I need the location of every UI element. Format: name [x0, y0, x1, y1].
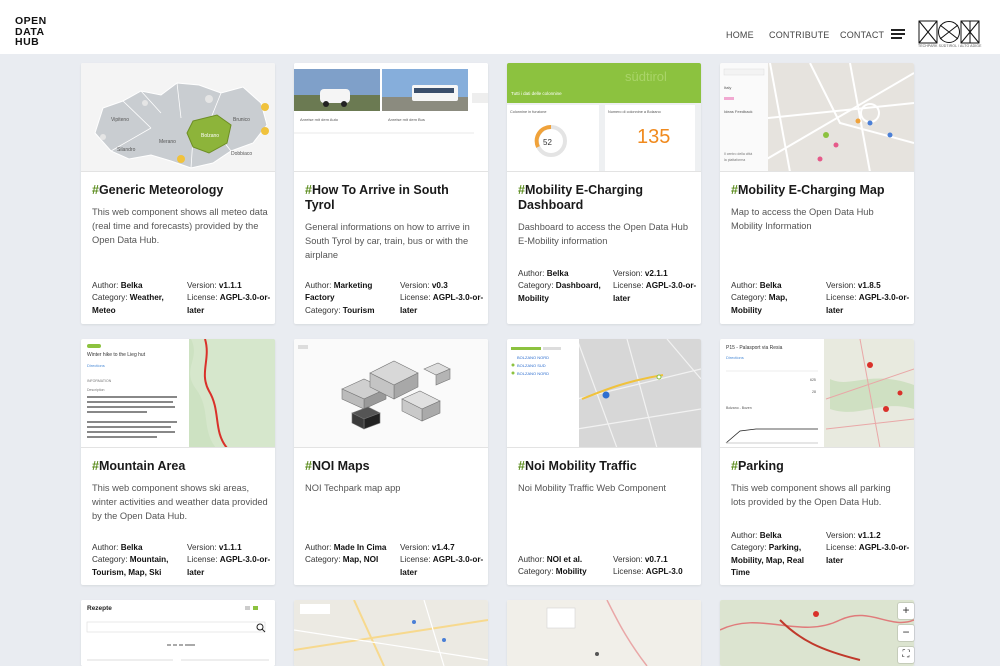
card-noi-mobility-traffic[interactable]: BOLZANO NORD BOLZANO SUD BOLZANO NORD #N… [507, 339, 701, 585]
card-thumbnail: südtirol Tutti i dati delle colonnine Co… [507, 63, 701, 172]
svg-text:Colonnine in funzione: Colonnine in funzione [510, 110, 547, 114]
card-title[interactable]: #Mobility E-Charging Map [731, 183, 907, 198]
svg-text:la piattaforma: la piattaforma [724, 158, 745, 162]
card-map-preview-2[interactable] [294, 600, 488, 666]
card-map-preview-4[interactable] [720, 600, 914, 666]
nav-contribute[interactable]: CONTRIBUTE [769, 30, 830, 40]
card-description: This web component shows all parking lot… [731, 483, 891, 507]
card-description: Noi Mobility Traffic Web Component [518, 483, 666, 493]
card-title[interactable]: #Mobility E-Charging Dashboard [518, 183, 694, 213]
card-description: Dashboard to access the Open Data Hub E-… [518, 222, 689, 246]
card-title[interactable]: #Parking [731, 459, 907, 474]
svg-text:Bolzano: Bolzano [201, 133, 219, 139]
card-title[interactable]: #Generic Meteorology [92, 183, 268, 198]
svg-text:BOLZANO NORD: BOLZANO NORD [517, 355, 549, 360]
card-noi-maps[interactable]: #NOI Maps NOI Techpark map app Author: M… [294, 339, 488, 585]
svg-text:Vipiteno: Vipiteno [111, 117, 129, 123]
card-parking[interactable]: P15 - Palasport via Resia Directions 625… [720, 339, 914, 585]
site-header: OPEN DATA HUB HOME CONTRIBUTE CONTACT TE… [0, 0, 1000, 54]
open-data-hub-logo[interactable]: OPEN DATA HUB [15, 16, 47, 48]
card-thumbnail: BOLZANO NORD BOLZANO SUD BOLZANO NORD [507, 339, 701, 448]
svg-text:Ideas Feedback: Ideas Feedback [724, 109, 752, 114]
card-description: General informations on how to arrive in… [305, 222, 470, 260]
card-thumbnail: Winter hike to the Lieg hut Directions I… [81, 339, 275, 448]
svg-text:Tutti i dati delle colonnine: Tutti i dati delle colonnine [511, 91, 562, 96]
card-title[interactable]: #How To Arrive in South Tyrol [305, 183, 481, 213]
card-title[interactable]: #NOI Maps [305, 459, 481, 474]
hamburger-menu-icon[interactable] [891, 29, 905, 39]
card-mobility-e-charging-dashboard[interactable]: südtirol Tutti i dati delle colonnine Co… [507, 63, 701, 324]
logo-line-hub: HUB [15, 36, 40, 48]
noi-caption: TECHPARK SÜDTIROL / ALTO ADIGE [918, 44, 982, 48]
logo-line-open: OPEN [15, 15, 47, 27]
svg-text:135: 135 [637, 126, 670, 148]
svg-text:INFORMATION: INFORMATION [87, 379, 112, 383]
card-title[interactable]: #Mountain Area [92, 459, 268, 474]
card-description: This web component shows ski areas, wint… [92, 483, 268, 521]
svg-text:Anreise mit dem Auto: Anreise mit dem Auto [300, 117, 339, 122]
card-rezepte[interactable]: Rezepte [81, 600, 275, 666]
svg-text:Anreise mit dem Bus: Anreise mit dem Bus [388, 117, 425, 122]
svg-text:Winter hike to the Lieg hut: Winter hike to the Lieg hut [87, 352, 146, 358]
card-thumbnail [294, 339, 488, 448]
map-zoom-in-button[interactable]: + [898, 603, 914, 619]
svg-text:625: 625 [810, 378, 816, 382]
nav-home[interactable]: HOME [726, 30, 754, 40]
svg-text:Rezepte: Rezepte [87, 605, 112, 612]
svg-text:Directions: Directions [87, 363, 105, 368]
card-thumbnail: Anreise mit dem Auto Anreise mit dem Bus [294, 63, 488, 172]
card-generic-meteorology[interactable]: Vipiteno Brunico Merano Silandro Bolzano… [81, 63, 275, 324]
svg-text:südtirol: südtirol [625, 69, 667, 84]
card-thumbnail: P15 - Palasport via Resia Directions 625… [720, 339, 914, 448]
svg-text:Merano: Merano [159, 139, 176, 145]
svg-text:Dobbiaco: Dobbiaco [231, 151, 252, 157]
card-description: Map to access the Open Data Hub Mobility… [731, 207, 874, 231]
svg-text:P15 - Palasport via Resia: P15 - Palasport via Resia [726, 345, 783, 351]
card-description: This web component shows all meteo data … [92, 207, 268, 245]
svg-text:28: 28 [812, 390, 816, 394]
fullscreen-icon[interactable]: ⛶ [898, 647, 914, 663]
svg-text:Bolzano - Bozen: Bolzano - Bozen [726, 406, 752, 410]
card-description: NOI Techpark map app [305, 483, 401, 493]
card-how-to-arrive[interactable]: Anreise mit dem Auto Anreise mit dem Bus… [294, 63, 488, 324]
svg-text:52: 52 [543, 138, 552, 147]
svg-text:Numero di colonnine a Bolzano: Numero di colonnine a Bolzano [608, 110, 661, 114]
card-thumbnail: Italy Ideas Feedback Il centro della cit… [720, 63, 914, 172]
card-mountain-area[interactable]: Winter hike to the Lieg hut Directions I… [81, 339, 275, 585]
svg-text:Il centro della città: Il centro della città [724, 152, 752, 156]
nav-contact[interactable]: CONTACT [840, 30, 884, 40]
map-zoom-out-button[interactable]: − [898, 625, 914, 641]
card-map-preview-3[interactable] [507, 600, 701, 666]
card-mobility-e-charging-map[interactable]: Italy Ideas Feedback Il centro della cit… [720, 63, 914, 324]
svg-text:BOLZANO SUD: BOLZANO SUD [517, 363, 546, 368]
svg-text:Description: Description [87, 388, 105, 392]
card-thumbnail: Vipiteno Brunico Merano Silandro Bolzano… [81, 63, 275, 172]
svg-text:Directions: Directions [726, 355, 744, 360]
svg-text:Silandro: Silandro [117, 147, 136, 153]
svg-text:Italy: Italy [724, 85, 731, 90]
svg-text:BOLZANO NORD: BOLZANO NORD [517, 371, 549, 376]
card-title[interactable]: #Noi Mobility Traffic [518, 459, 694, 474]
svg-text:Brunico: Brunico [233, 117, 250, 123]
